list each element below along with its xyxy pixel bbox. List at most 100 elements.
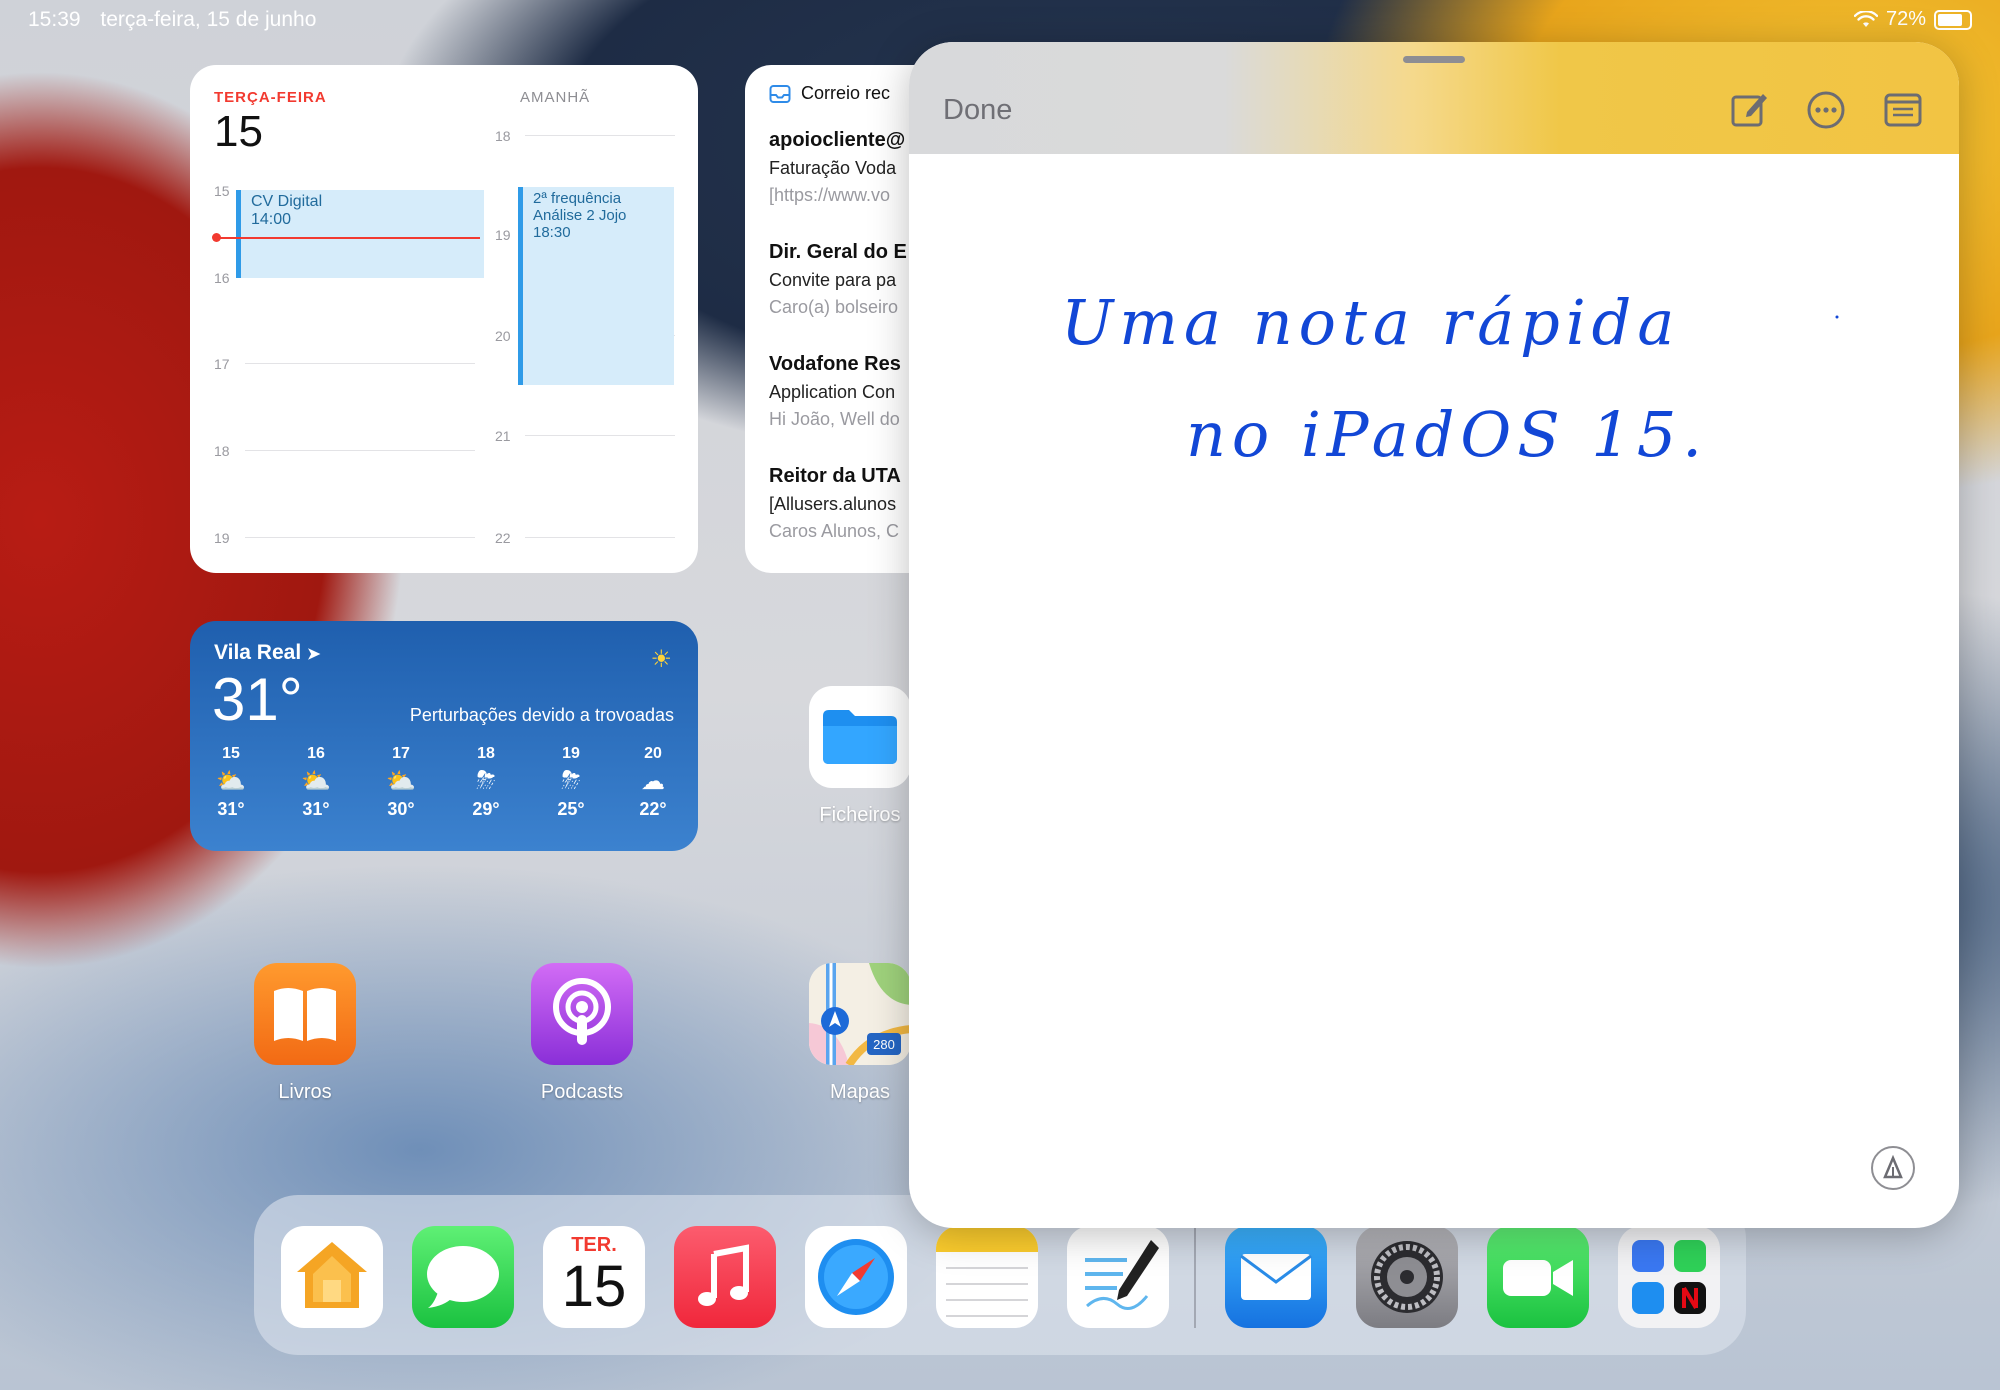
hour-label: 18: [214, 443, 230, 459]
dock-app-home[interactable]: [281, 1226, 383, 1328]
event-title: Análise 2 Jojo: [533, 207, 627, 224]
thunderstorm-icon: ⛈: [476, 767, 496, 794]
status-date: terça-feira, 15 de junho: [100, 8, 317, 31]
battery-percent: 72%: [1885, 8, 1926, 30]
hour-label: 17: [214, 356, 230, 372]
dock-app-safari[interactable]: [805, 1226, 907, 1328]
hour-label: 15: [214, 183, 230, 199]
dock-calendar-number: 15: [561, 1254, 627, 1319]
hour-gridline: [525, 435, 675, 436]
forecast-day: 18 ⛈ 29°: [456, 745, 516, 820]
app-books[interactable]: Livros: [245, 963, 365, 1104]
dock-app-settings[interactable]: [1356, 1226, 1458, 1328]
inbox-icon: [769, 84, 791, 103]
dock-app-music[interactable]: [674, 1226, 776, 1328]
forecast-day: 17 ⛅ 30°: [371, 745, 431, 820]
dock-app-freeform[interactable]: [1067, 1226, 1169, 1328]
app-label: Ficheiros: [819, 804, 901, 826]
music-note-icon: [698, 1244, 749, 1306]
markup-pen-button[interactable]: [1871, 1146, 1915, 1190]
weather-city-name: Vila Real: [214, 641, 302, 664]
dock-app-notes[interactable]: [936, 1226, 1038, 1328]
app-label: Podcasts: [540, 1081, 624, 1103]
hour-gridline: [245, 450, 475, 451]
thunderstorm-icon: ⛈: [561, 767, 581, 794]
app-label: Mapas: [829, 1081, 891, 1103]
cloud-icon: ☁: [641, 768, 665, 795]
hour-label: 19: [214, 530, 230, 546]
status-time: 15:39: [28, 8, 81, 31]
hour-gridline: [245, 537, 475, 538]
wifi-icon: [1853, 10, 1878, 27]
app-files[interactable]: Ficheiros: [800, 686, 920, 827]
more-options-icon[interactable]: [1806, 90, 1846, 130]
app-podcasts[interactable]: Podcasts: [522, 963, 642, 1104]
mail-header: Correio rec: [769, 83, 890, 104]
hour-label: 22: [495, 530, 511, 546]
forecast-day: 20 ☁ 22°: [623, 745, 683, 820]
pencil-paper-icon: [1085, 1240, 1159, 1310]
weather-temperature: 31°: [212, 666, 303, 733]
app-maps[interactable]: 280 Mapas: [800, 963, 920, 1104]
event-title: CV Digital: [251, 193, 323, 210]
sun-icon: ☀: [650, 646, 672, 673]
hour-label: 20: [495, 328, 511, 344]
app-label: Livros: [278, 1081, 332, 1103]
calendar-widget[interactable]: TERÇA-FEIRA 15 AMANHÃ 15 16 17 18 19 18 …: [190, 65, 698, 573]
weather-city: Vila Real ➤: [214, 641, 320, 665]
forecast-date: 18: [477, 745, 495, 762]
dock-app-calendar[interactable]: TER. 15: [543, 1226, 645, 1328]
folder-icon: [809, 686, 911, 788]
envelope-icon: [1240, 1254, 1312, 1300]
hour-label: 21: [495, 428, 511, 444]
forecast-temp: 29°: [472, 799, 500, 819]
forecast-day: 19 ⛈ 25°: [541, 745, 601, 820]
forecast-temp: 22°: [639, 799, 667, 819]
handwriting-canvas[interactable]: Uma nota rápida no iPadOS 15.: [909, 154, 1959, 1154]
notes-list-icon[interactable]: [1883, 90, 1923, 130]
location-arrow-icon: ➤: [307, 646, 321, 663]
forecast-day: 15 ⛅ 31°: [201, 745, 261, 820]
hour-label: 16: [214, 270, 230, 286]
current-time-dot: [212, 233, 221, 242]
gear-icon: [1371, 1241, 1443, 1313]
drag-handle[interactable]: [1403, 56, 1465, 63]
tomorrow-label: AMANHÃ: [520, 89, 591, 106]
event-title: 2ª frequência: [533, 190, 622, 207]
dock-app-mail[interactable]: [1225, 1226, 1327, 1328]
ink-dot: [1835, 315, 1839, 319]
dock-app-messages[interactable]: [412, 1226, 514, 1328]
calendar-event[interactable]: CV Digital 14:00: [236, 190, 484, 278]
forecast-temp: 30°: [387, 799, 415, 819]
status-right: 72%: [1853, 8, 1972, 31]
hour-label: 18: [495, 128, 511, 144]
partly-sunny-icon: ⛅: [301, 768, 331, 795]
today-label: TERÇA-FEIRA: [214, 89, 327, 106]
event-time: 18:30: [533, 224, 571, 241]
hour-gridline: [525, 135, 675, 136]
done-button[interactable]: Done: [943, 94, 1012, 127]
quick-note-panel[interactable]: Done Uma nota rápida no iPadOS 15.: [909, 42, 1959, 1228]
forecast-temp: 31°: [217, 799, 245, 819]
dock-app-facetime[interactable]: [1487, 1226, 1589, 1328]
video-camera-icon: [1503, 1260, 1573, 1296]
event-time: 14:00: [251, 211, 292, 228]
forecast-date: 19: [562, 745, 580, 762]
mail-header-title: Correio rec: [801, 83, 891, 103]
app-library-icon: [1632, 1240, 1706, 1314]
calendar-event[interactable]: 2ª frequência Análise 2 Jojo 18:30: [518, 187, 674, 385]
weather-widget[interactable]: Vila Real ➤ 31° ☀ Perturbações devido a …: [190, 621, 698, 851]
forecast-temp: 31°: [302, 799, 330, 819]
partly-sunny-icon: ⛅: [216, 768, 246, 795]
compose-icon[interactable]: [1729, 90, 1769, 130]
forecast-date: 15: [222, 745, 240, 762]
dock-app-library[interactable]: [1618, 1226, 1720, 1328]
hour-label: 19: [495, 227, 511, 243]
forecast-date: 20: [644, 745, 662, 762]
battery-icon: [1934, 9, 1972, 30]
house-icon: [297, 1242, 367, 1308]
partly-sunny-icon: ⛅: [386, 768, 416, 795]
message-bubble-icon: [427, 1246, 499, 1308]
compass-icon: [818, 1239, 894, 1315]
map-icon: 280: [809, 963, 911, 1065]
